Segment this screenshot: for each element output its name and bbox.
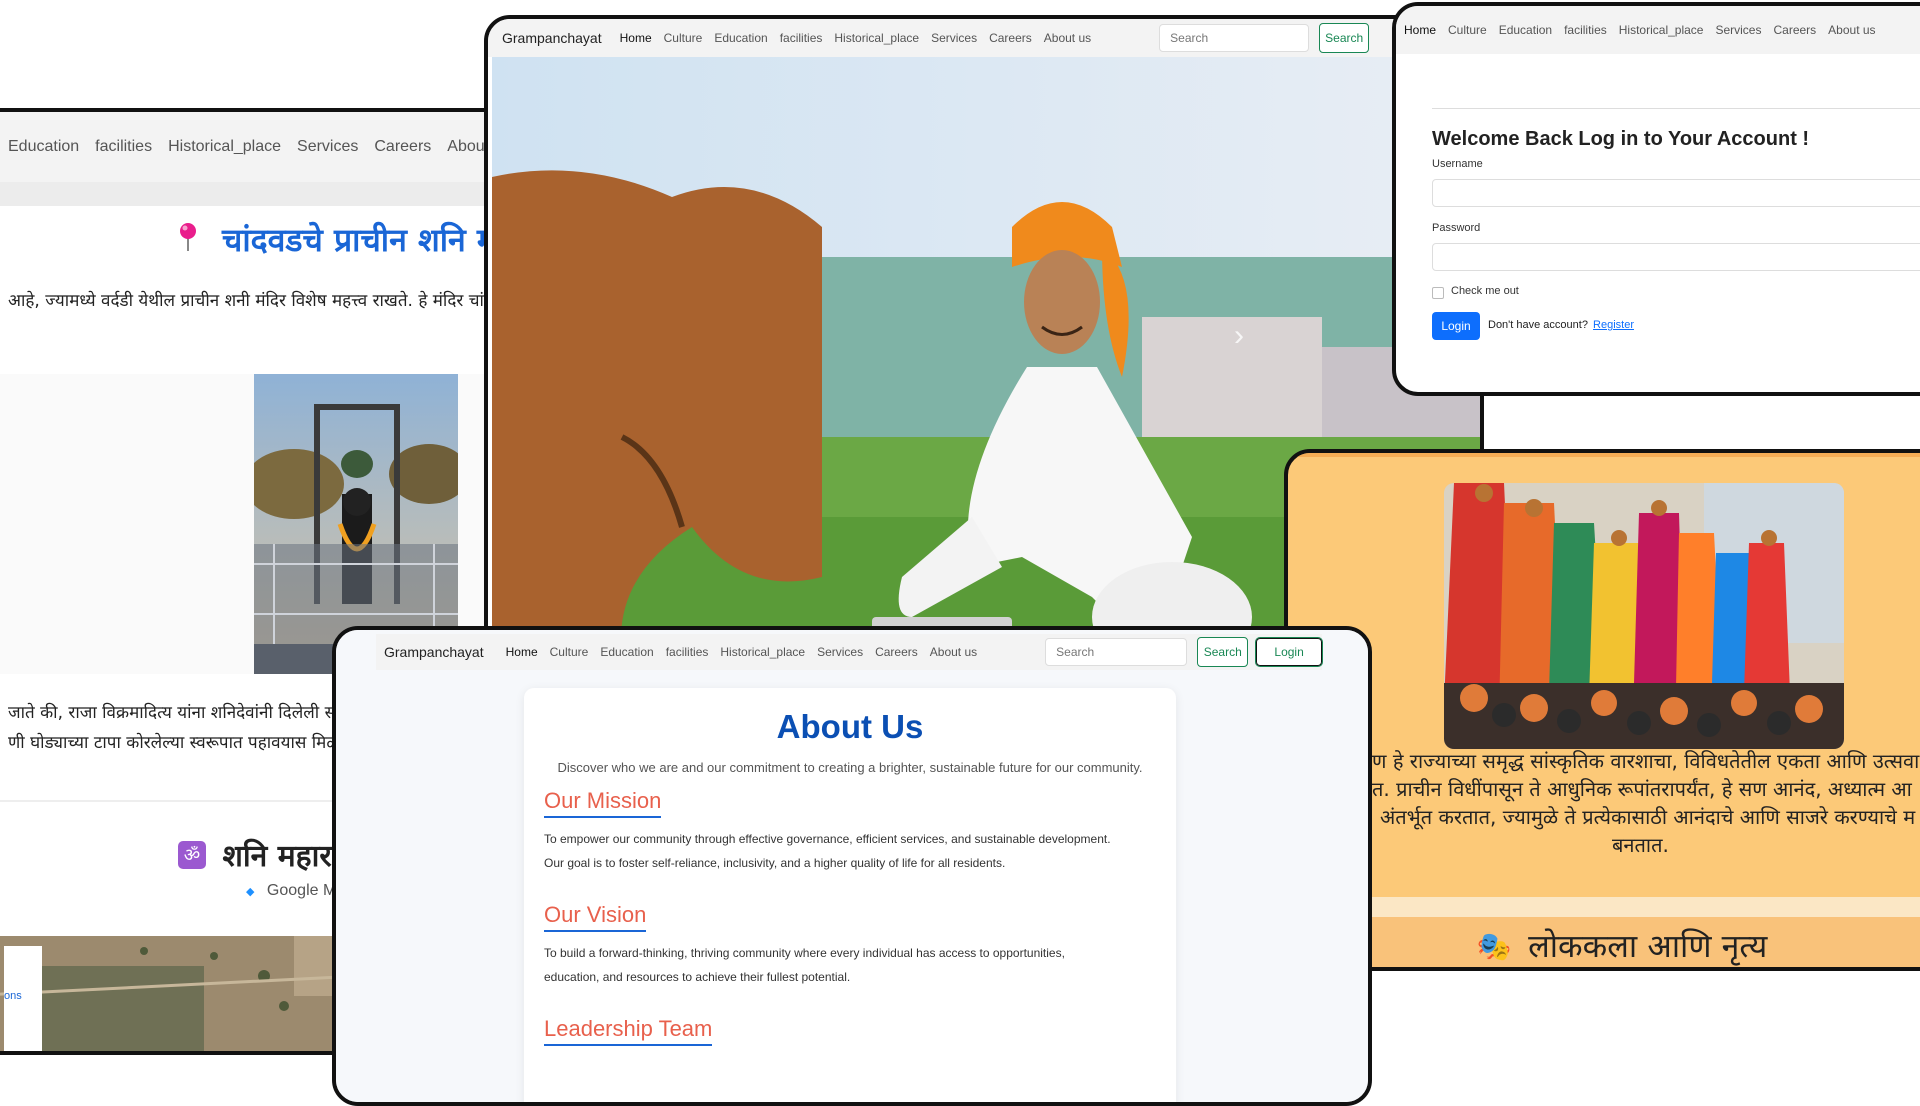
search-button[interactable]: Search <box>1197 637 1249 667</box>
nav-link-facilities[interactable]: facilities <box>1564 23 1607 37</box>
password-label: Password <box>1432 222 1481 234</box>
register-prompt: Don't have account? Register <box>1488 319 1634 331</box>
mission-line2: Our goal is to foster self-reliance, inc… <box>544 856 1006 870</box>
search-button[interactable]: Search <box>1319 23 1370 53</box>
nav-link-historical[interactable]: Historical_place <box>168 138 281 156</box>
nav-link-facilities[interactable]: facilities <box>780 31 823 45</box>
no-account-text: Don't have account? <box>1488 319 1588 331</box>
nav-link-home[interactable]: Home <box>620 31 652 45</box>
about-window: Grampanchayat Home Culture Education fac… <box>332 626 1372 1106</box>
brand-link[interactable]: Grampanchayat <box>502 30 602 46</box>
nav-link-facilities[interactable]: facilities <box>666 645 709 659</box>
nav-link-historical[interactable]: Historical_place <box>834 31 919 45</box>
nav-link-home[interactable]: Home <box>506 645 538 659</box>
culture-para-line4: बनतात. <box>1612 833 1669 857</box>
about-card: About Us Discover who we are and our com… <box>524 688 1176 1102</box>
password-field[interactable] <box>1432 243 1920 271</box>
login-heading: Welcome Back Log in to Your Account ! <box>1432 128 1810 150</box>
nav-link-culture[interactable]: Culture <box>550 645 589 659</box>
nav-link-home[interactable]: Home <box>1404 23 1436 37</box>
culture-window: ण हे राज्याच्या समृद्ध सांस्कृतिक वारशाच… <box>1284 449 1920 971</box>
culture-para-line2: त. प्राचीन विधींपासून ते आधुनिक रूपांतरा… <box>1372 777 1912 801</box>
temple-story-line1: जाते की, राजा विक्रमादित्य यांना शनिदेवा… <box>8 703 341 723</box>
festival-photo <box>1444 483 1844 749</box>
search-input[interactable]: Search <box>1045 638 1188 666</box>
nav-link-about[interactable]: About us <box>930 645 977 659</box>
leadership-heading: Leadership Team <box>544 1016 713 1046</box>
mission-heading: Our Mission <box>544 788 662 818</box>
culture-para-line3: अंतर्भूत करतात, ज्यामुळे ते प्रत्येकासाठ… <box>1380 805 1916 829</box>
temple-story-line2: णी घोड्याच्या टापा कोरलेल्या स्वरूपात पह… <box>8 733 340 753</box>
login-submit-button[interactable]: Login <box>1432 312 1480 340</box>
vision-line2: education, and resources to achieve thei… <box>544 970 851 984</box>
section2-title-row: ॐ शनि महार <box>178 834 332 875</box>
nav-link-education[interactable]: Education <box>600 645 653 659</box>
map-pin-icon <box>178 222 198 257</box>
brand-link[interactable]: Grampanchayat <box>384 644 484 660</box>
nav-link-careers[interactable]: Careers <box>989 31 1032 45</box>
search-input[interactable]: Search <box>1159 24 1310 52</box>
maps-label: Google M <box>266 882 337 899</box>
om-icon: ॐ <box>178 840 206 869</box>
nav-link-culture[interactable]: Culture <box>664 31 703 45</box>
folk-title: लोककला आणि नृत्य <box>1528 927 1768 965</box>
nav-link-historical[interactable]: Historical_place <box>1619 23 1704 37</box>
nav-link-services[interactable]: Services <box>1715 23 1761 37</box>
map-overlay-text: ons <box>4 990 22 1002</box>
nav-link-education[interactable]: Education <box>1499 23 1552 37</box>
folk-title-bar: 🎭 लोककला आणि नृत्य <box>1288 917 1920 967</box>
nav-link-services[interactable]: Services <box>817 645 863 659</box>
nav-link-education[interactable]: Education <box>8 138 79 156</box>
nav-link-about[interactable]: About us <box>1044 31 1091 45</box>
login-window: Home Culture Education facilities Histor… <box>1392 2 1920 396</box>
culture-para-line1: ण हे राज्याच्या समृद्ध सांस्कृतिक वारशाच… <box>1372 749 1920 773</box>
culture-separator <box>1288 897 1920 917</box>
about-title: About Us <box>776 708 924 745</box>
nav-link-culture[interactable]: Culture <box>1448 23 1487 37</box>
nav-link-facilities[interactable]: facilities <box>95 138 152 156</box>
login-button[interactable]: Login <box>1255 637 1323 667</box>
culture-top-strip <box>1288 453 1920 457</box>
maps-caption: ◆ Google M <box>246 882 336 900</box>
vision-heading: Our Vision <box>544 902 647 932</box>
remember-checkbox[interactable] <box>1432 287 1444 299</box>
chevron-right-icon[interactable]: › <box>1224 319 1254 359</box>
username-label: Username <box>1432 158 1483 170</box>
theatre-masks-icon: 🎭 <box>1476 930 1512 962</box>
nav-link-historical[interactable]: Historical_place <box>720 645 805 659</box>
diamond-icon: ◆ <box>246 886 255 898</box>
about-navbar: Grampanchayat Home Culture Education fac… <box>376 634 1323 670</box>
about-subtitle: Discover who we are and our commitment t… <box>557 760 1143 775</box>
mission-line1: To empower our community through effecti… <box>544 832 1111 846</box>
login-card-divider <box>1432 108 1920 109</box>
nav-link-careers[interactable]: Careers <box>374 138 431 156</box>
nav-link-careers[interactable]: Careers <box>1773 23 1816 37</box>
section2-title: शनि महार <box>222 839 332 874</box>
nav-link-education[interactable]: Education <box>714 31 767 45</box>
nav-link-careers[interactable]: Careers <box>875 645 918 659</box>
login-navbar: Home Culture Education facilities Histor… <box>1396 6 1920 54</box>
nav-link-services[interactable]: Services <box>931 31 977 45</box>
map-info-box[interactable]: ons <box>4 946 42 1051</box>
nav-link-services[interactable]: Services <box>297 138 358 156</box>
register-link[interactable]: Register <box>1593 319 1634 331</box>
remember-label: Check me out <box>1451 285 1519 297</box>
username-field[interactable] <box>1432 179 1920 207</box>
home-navbar: Grampanchayat Home Culture Education fac… <box>488 19 1480 57</box>
nav-link-about[interactable]: About us <box>1828 23 1875 37</box>
vision-line1: To build a forward-thinking, thriving co… <box>544 946 1065 960</box>
